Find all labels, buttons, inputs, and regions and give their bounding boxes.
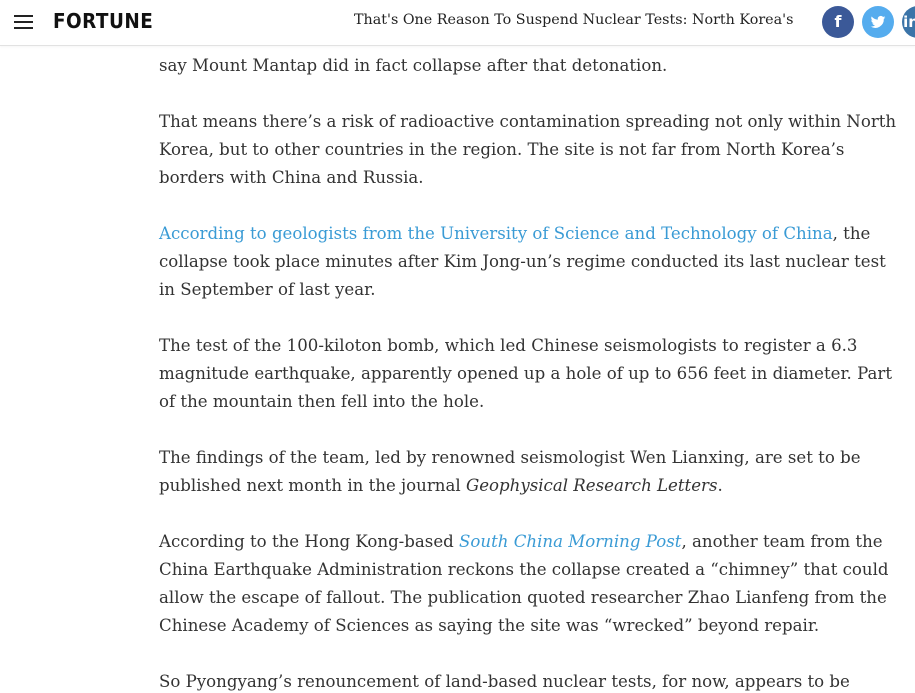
paragraph-line: collapse took place minutes after Kim Jo… [159, 252, 886, 271]
paragraph-line: That means there’s a risk of radioactive… [159, 112, 897, 131]
facebook-icon: f [834, 12, 842, 31]
geologists-source-link[interactable]: According to geologists from the Univers… [159, 224, 833, 243]
hamburger-menu-button[interactable] [14, 14, 34, 30]
paragraph-line: borders with China and Russia. [159, 168, 424, 187]
paragraph-contamination: That means there’s a risk of radioactive… [159, 108, 897, 192]
paragraph-geologists: According to geologists from the Univers… [159, 220, 886, 304]
site-header: FORTUNE That's One Reason To Suspend Nuc… [0, 0, 915, 46]
text-fragment: . [717, 476, 723, 495]
paragraph-line: Korea, but to other countries in the reg… [159, 140, 845, 159]
text-fragment: According to the Hong Kong-based [159, 532, 460, 551]
twitter-share-button[interactable] [862, 6, 894, 38]
paragraph-pyongyang: So Pyongyang’s renouncement of land-base… [159, 668, 859, 693]
paragraph-bomb-test: The test of the 100-kiloton bomb, which … [159, 332, 893, 416]
paragraph-line: in September of last year. [159, 280, 376, 299]
paragraph-line: published next month in the journal Geop… [159, 472, 859, 500]
paragraph-line: The findings of the team, led by renowne… [159, 448, 861, 467]
paragraph-line: allow the escape of fallout. The publica… [159, 588, 887, 607]
text-fragment: , another team from the [681, 532, 883, 551]
paragraph-line: say Mount Mantap did in fact collapse af… [159, 56, 668, 75]
twitter-icon [870, 15, 886, 28]
linkedin-share-button[interactable]: in [902, 6, 915, 38]
scmp-link-label: South China Morning Post [459, 532, 682, 551]
journal-title: Geophysical Research Letters [465, 476, 718, 495]
menu-bar [14, 15, 33, 17]
paragraph-scmp: According to the Hong Kong-based South C… [159, 528, 889, 640]
paragraph-line: China Earthquake Administration reckons … [159, 560, 889, 579]
paragraph-line: Chinese Academy of Sciences as saying th… [159, 616, 820, 635]
paragraph-line: of the mountain then fell into the hole. [159, 392, 485, 411]
paragraph-intro-tail: say Mount Mantap did in fact collapse af… [159, 52, 859, 80]
menu-bar [14, 27, 33, 29]
paragraph-line: magnitude earthquake, apparently opened … [159, 364, 893, 383]
scmp-link[interactable]: South China Morning Post [459, 532, 681, 551]
paragraph-line: According to the Hong Kong-based South C… [159, 528, 883, 556]
paragraph-line: According to geologists from the Univers… [159, 220, 870, 248]
text-fragment: published next month in the journal [159, 476, 466, 495]
menu-bar [14, 21, 33, 23]
linkedin-icon: in [903, 13, 915, 31]
paragraph-findings: The findings of the team, led by renowne… [159, 444, 861, 500]
article-headline: That's One Reason To Suspend Nuclear Tes… [354, 12, 799, 28]
paragraph-line: The test of the 100-kiloton bomb, which … [159, 336, 858, 355]
facebook-share-button[interactable]: f [822, 6, 854, 38]
fortune-logo[interactable]: FORTUNE [53, 9, 153, 33]
text-fragment: , the [832, 224, 871, 243]
paragraph-line: So Pyongyang’s renouncement of land-base… [159, 672, 850, 691]
